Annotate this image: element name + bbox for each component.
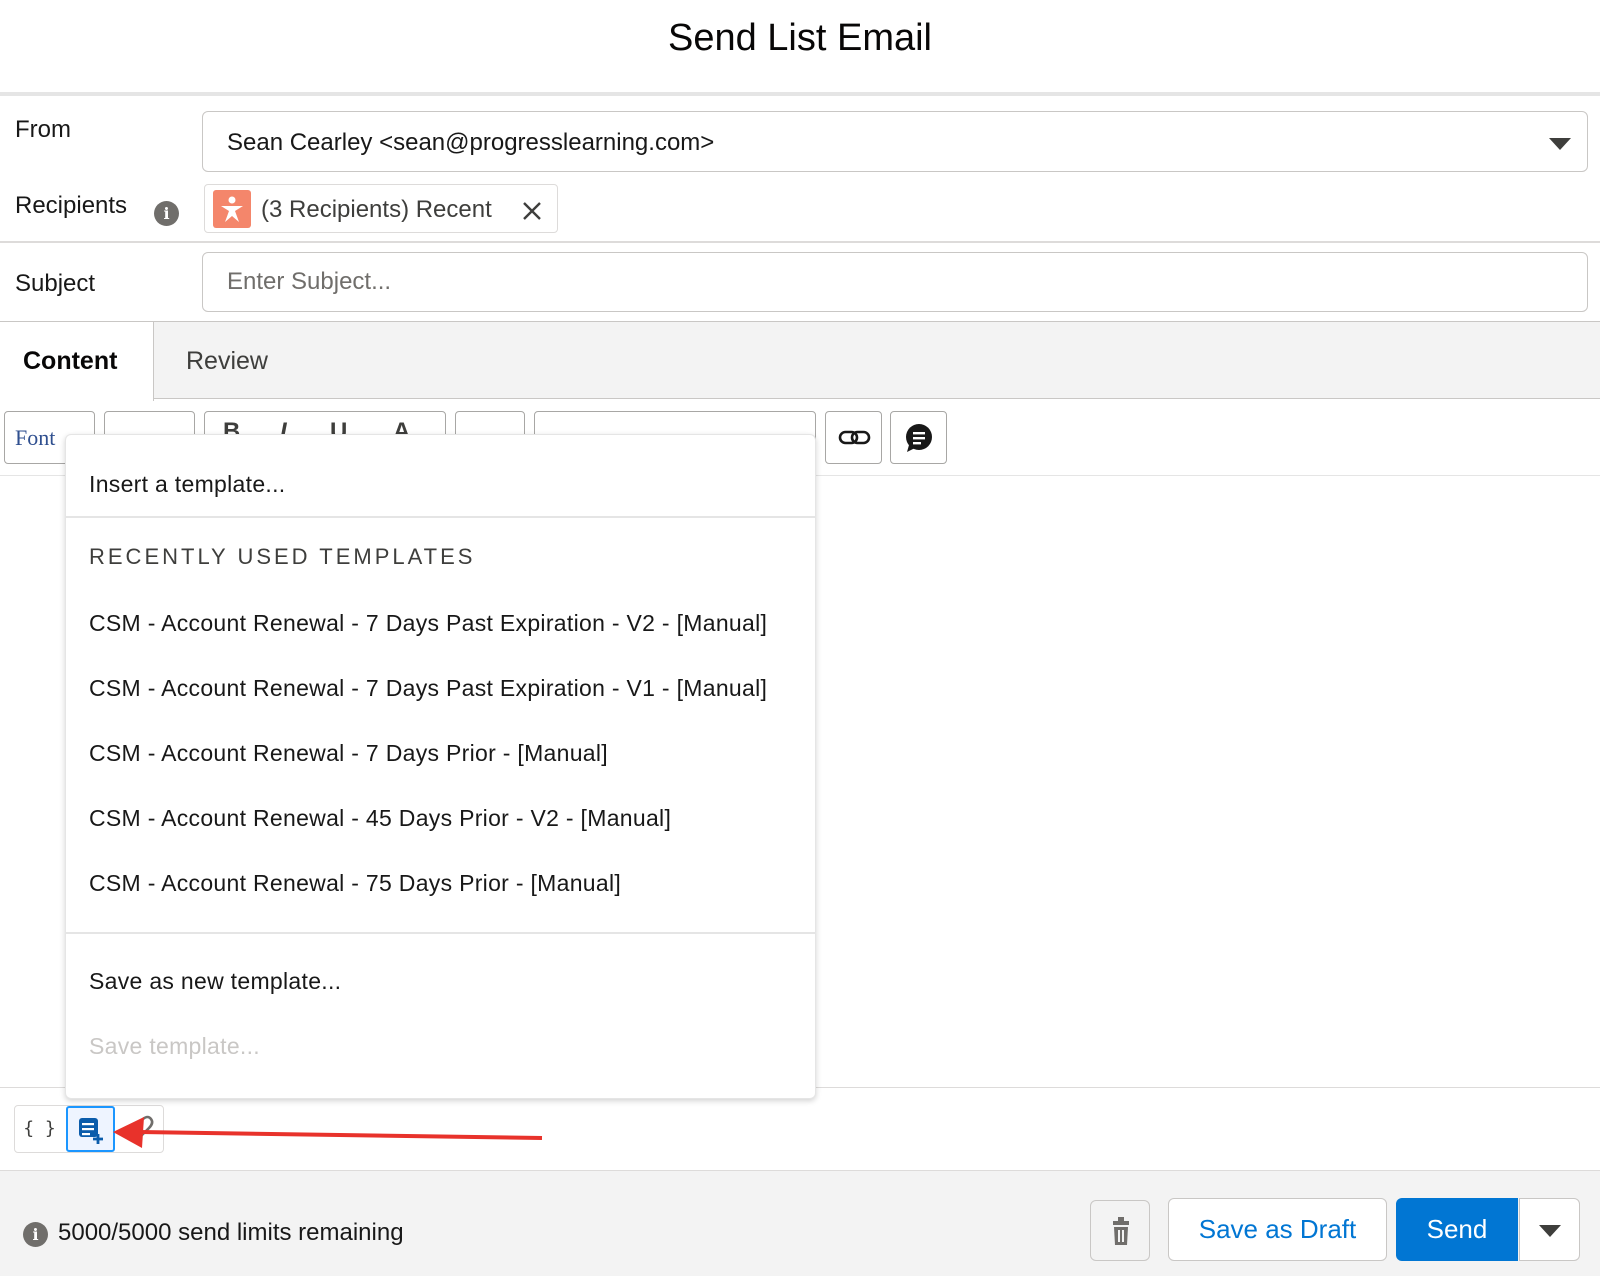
send-button[interactable]: Send [1396, 1198, 1518, 1261]
from-label: From [15, 116, 71, 143]
tab-content[interactable]: Content [0, 322, 154, 401]
footer-bar: i 5000/5000 send limits remaining Save a… [0, 1170, 1600, 1276]
divider [0, 241, 1600, 243]
template-icon [79, 1118, 103, 1144]
insert-template-item[interactable]: Insert a template... [89, 471, 285, 498]
comment-icon [906, 424, 932, 452]
template-menu-item[interactable]: CSM - Account Renewal - 7 Days Past Expi… [89, 610, 767, 637]
save-template-item: Save template... [89, 1033, 260, 1059]
recipient-pill-label: (3 Recipients) Recent [261, 196, 492, 223]
recent-templates-heading: RECENTLY USED TEMPLATES [89, 544, 476, 569]
from-select[interactable]: Sean Cearley <sean@progresslearning.com> [202, 111, 1588, 172]
menu-divider [66, 932, 815, 934]
save-draft-button[interactable]: Save as Draft [1168, 1198, 1387, 1261]
template-menu: Insert a template... RECENTLY USED TEMPL… [65, 434, 816, 1099]
save-new-template-item[interactable]: Save as new template... [89, 968, 341, 995]
divider [0, 92, 1600, 96]
subject-input[interactable] [202, 252, 1588, 312]
info-icon[interactable]: i [154, 201, 179, 226]
send-limits-text: 5000/5000 send limits remaining [58, 1219, 404, 1246]
delete-button[interactable] [1090, 1200, 1150, 1261]
close-icon[interactable] [521, 185, 543, 234]
merge-field-button[interactable]: { } [15, 1106, 64, 1152]
template-menu-item[interactable]: CSM - Account Renewal - 7 Days Past Expi… [89, 675, 767, 702]
template-menu-item[interactable]: CSM - Account Renewal - 75 Days Prior - … [89, 870, 621, 897]
recipients-label: Recipients [15, 192, 128, 219]
menu-divider [66, 516, 815, 518]
comment-button[interactable] [890, 411, 947, 464]
tab-review[interactable]: Review [154, 322, 314, 400]
trash-icon [1113, 1217, 1129, 1245]
info-icon: i [23, 1222, 48, 1247]
link-icon [838, 430, 871, 445]
send-options-button[interactable] [1519, 1198, 1580, 1261]
person-icon [213, 190, 251, 228]
recipient-pill[interactable]: (3 Recipients) Recent [204, 184, 558, 233]
from-value: Sean Cearley <sean@progresslearning.com> [227, 129, 715, 156]
subject-label: Subject [15, 270, 96, 297]
template-menu-item[interactable]: CSM - Account Renewal - 7 Days Prior - [… [89, 740, 608, 767]
tab-bar: Content Review [0, 321, 1600, 401]
chevron-down-icon [1549, 138, 1571, 150]
template-button[interactable] [66, 1106, 115, 1152]
attachment-button[interactable] [115, 1106, 164, 1152]
attachment-icon [132, 1115, 154, 1139]
template-menu-item[interactable]: CSM - Account Renewal - 45 Days Prior - … [89, 805, 671, 832]
page-title: Send List Email [667, 17, 932, 59]
chevron-down-icon [1539, 1225, 1561, 1237]
editor-footer-toolbar: { } [14, 1105, 164, 1153]
link-button[interactable] [825, 411, 882, 464]
